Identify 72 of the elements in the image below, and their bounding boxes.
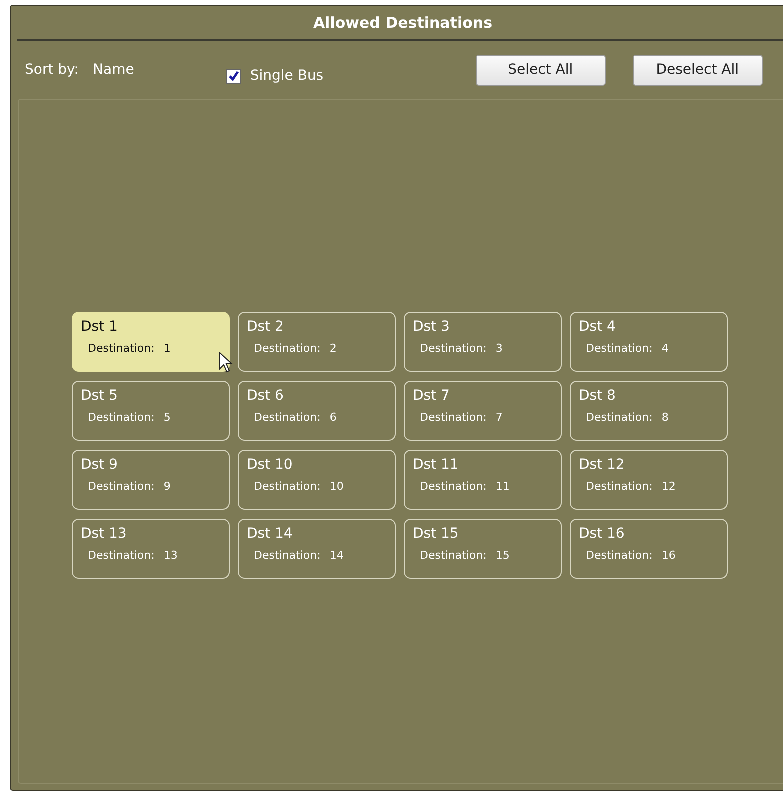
- destination-tile[interactable]: Dst 3 Destination: 3: [404, 312, 562, 372]
- destination-label: Destination:: [254, 549, 321, 562]
- destination-label: Destination:: [254, 342, 321, 355]
- deselect-all-button[interactable]: Deselect All: [632, 54, 763, 86]
- destination-number: 1: [164, 342, 171, 355]
- destination-name: Dst 5: [81, 388, 119, 404]
- destination-name: Dst 1: [81, 319, 119, 335]
- sort-label: Sort by:: [25, 62, 80, 78]
- destination-name: Dst 15: [413, 526, 460, 542]
- destination-label: Destination:: [586, 342, 653, 355]
- destination-number: 15: [496, 549, 510, 562]
- destination-label: Destination:: [420, 549, 487, 562]
- destination-name: Dst 14: [247, 526, 294, 542]
- destination-number: 13: [164, 549, 178, 562]
- mouse-pointer-icon: [219, 352, 233, 374]
- destination-name: Dst 10: [247, 457, 294, 473]
- destination-name: Dst 4: [579, 319, 617, 335]
- destination-name: Dst 16: [579, 526, 626, 542]
- destination-tile[interactable]: Dst 14 Destination: 14: [238, 519, 396, 579]
- destination-name: Dst 9: [81, 457, 119, 473]
- destination-name: Dst 13: [81, 526, 128, 542]
- sort-value[interactable]: Name: [93, 62, 134, 78]
- destination-label: Destination:: [420, 480, 487, 493]
- destination-label: Destination:: [88, 549, 155, 562]
- destination-tile[interactable]: Dst 13 Destination: 13: [72, 519, 230, 579]
- destination-name: Dst 6: [247, 388, 285, 404]
- destination-tile[interactable]: Dst 7 Destination: 7: [404, 381, 562, 441]
- destination-number: 16: [662, 549, 676, 562]
- destination-number: 12: [662, 480, 676, 493]
- destination-tile[interactable]: Dst 4 Destination: 4: [570, 312, 728, 372]
- destination-number: 5: [164, 411, 171, 424]
- destination-name: Dst 3: [413, 319, 451, 335]
- destination-tile[interactable]: Dst 10 Destination: 10: [238, 450, 396, 510]
- destination-label: Destination:: [420, 342, 487, 355]
- destination-name: Dst 2: [247, 319, 285, 335]
- destination-number: 3: [496, 342, 503, 355]
- destination-number: 7: [496, 411, 503, 424]
- destination-tile[interactable]: Dst 16 Destination: 16: [570, 519, 728, 579]
- destination-label: Destination:: [420, 411, 487, 424]
- destination-label: Destination:: [586, 549, 653, 562]
- destination-number: 4: [662, 342, 669, 355]
- checkbox-label: Single Bus: [250, 68, 324, 84]
- window-title: Allowed Destinations: [313, 14, 493, 32]
- destination-number: 14: [330, 549, 344, 562]
- destination-name: Dst 12: [579, 457, 626, 473]
- destination-tile[interactable]: Dst 5 Destination: 5: [72, 381, 230, 441]
- destination-number: 6: [330, 411, 337, 424]
- destination-label: Destination:: [586, 480, 653, 493]
- select-all-button[interactable]: Select All: [476, 54, 606, 86]
- destination-label: Destination:: [254, 411, 321, 424]
- destination-tile[interactable]: Dst 6 Destination: 6: [238, 381, 396, 441]
- destination-number: 8: [662, 411, 669, 424]
- destination-tile[interactable]: Dst 11 Destination: 11: [404, 450, 562, 510]
- destination-tile[interactable]: Dst 1 Destination: 1: [72, 312, 230, 372]
- destination-label: Destination:: [254, 480, 321, 493]
- destination-number: 10: [330, 480, 344, 493]
- destination-tile[interactable]: Dst 8 Destination: 8: [570, 381, 728, 441]
- destination-name: Dst 7: [413, 388, 451, 404]
- destination-number: 2: [330, 342, 337, 355]
- destination-tile[interactable]: Dst 12 Destination: 12: [570, 450, 728, 510]
- destination-label: Destination:: [586, 411, 653, 424]
- destination-tile[interactable]: Dst 2 Destination: 2: [238, 312, 396, 372]
- destination-number: 9: [164, 480, 171, 493]
- destination-tile[interactable]: Dst 15 Destination: 15: [404, 519, 562, 579]
- destination-label: Destination:: [88, 411, 155, 424]
- destination-tile[interactable]: Dst 9 Destination: 9: [72, 450, 230, 510]
- checkbox[interactable]: [226, 68, 242, 84]
- destination-name: Dst 8: [579, 388, 617, 404]
- destination-name: Dst 11: [413, 457, 460, 473]
- destination-label: Destination:: [88, 480, 155, 493]
- destination-number: 11: [496, 480, 510, 493]
- destination-label: Destination:: [88, 342, 155, 355]
